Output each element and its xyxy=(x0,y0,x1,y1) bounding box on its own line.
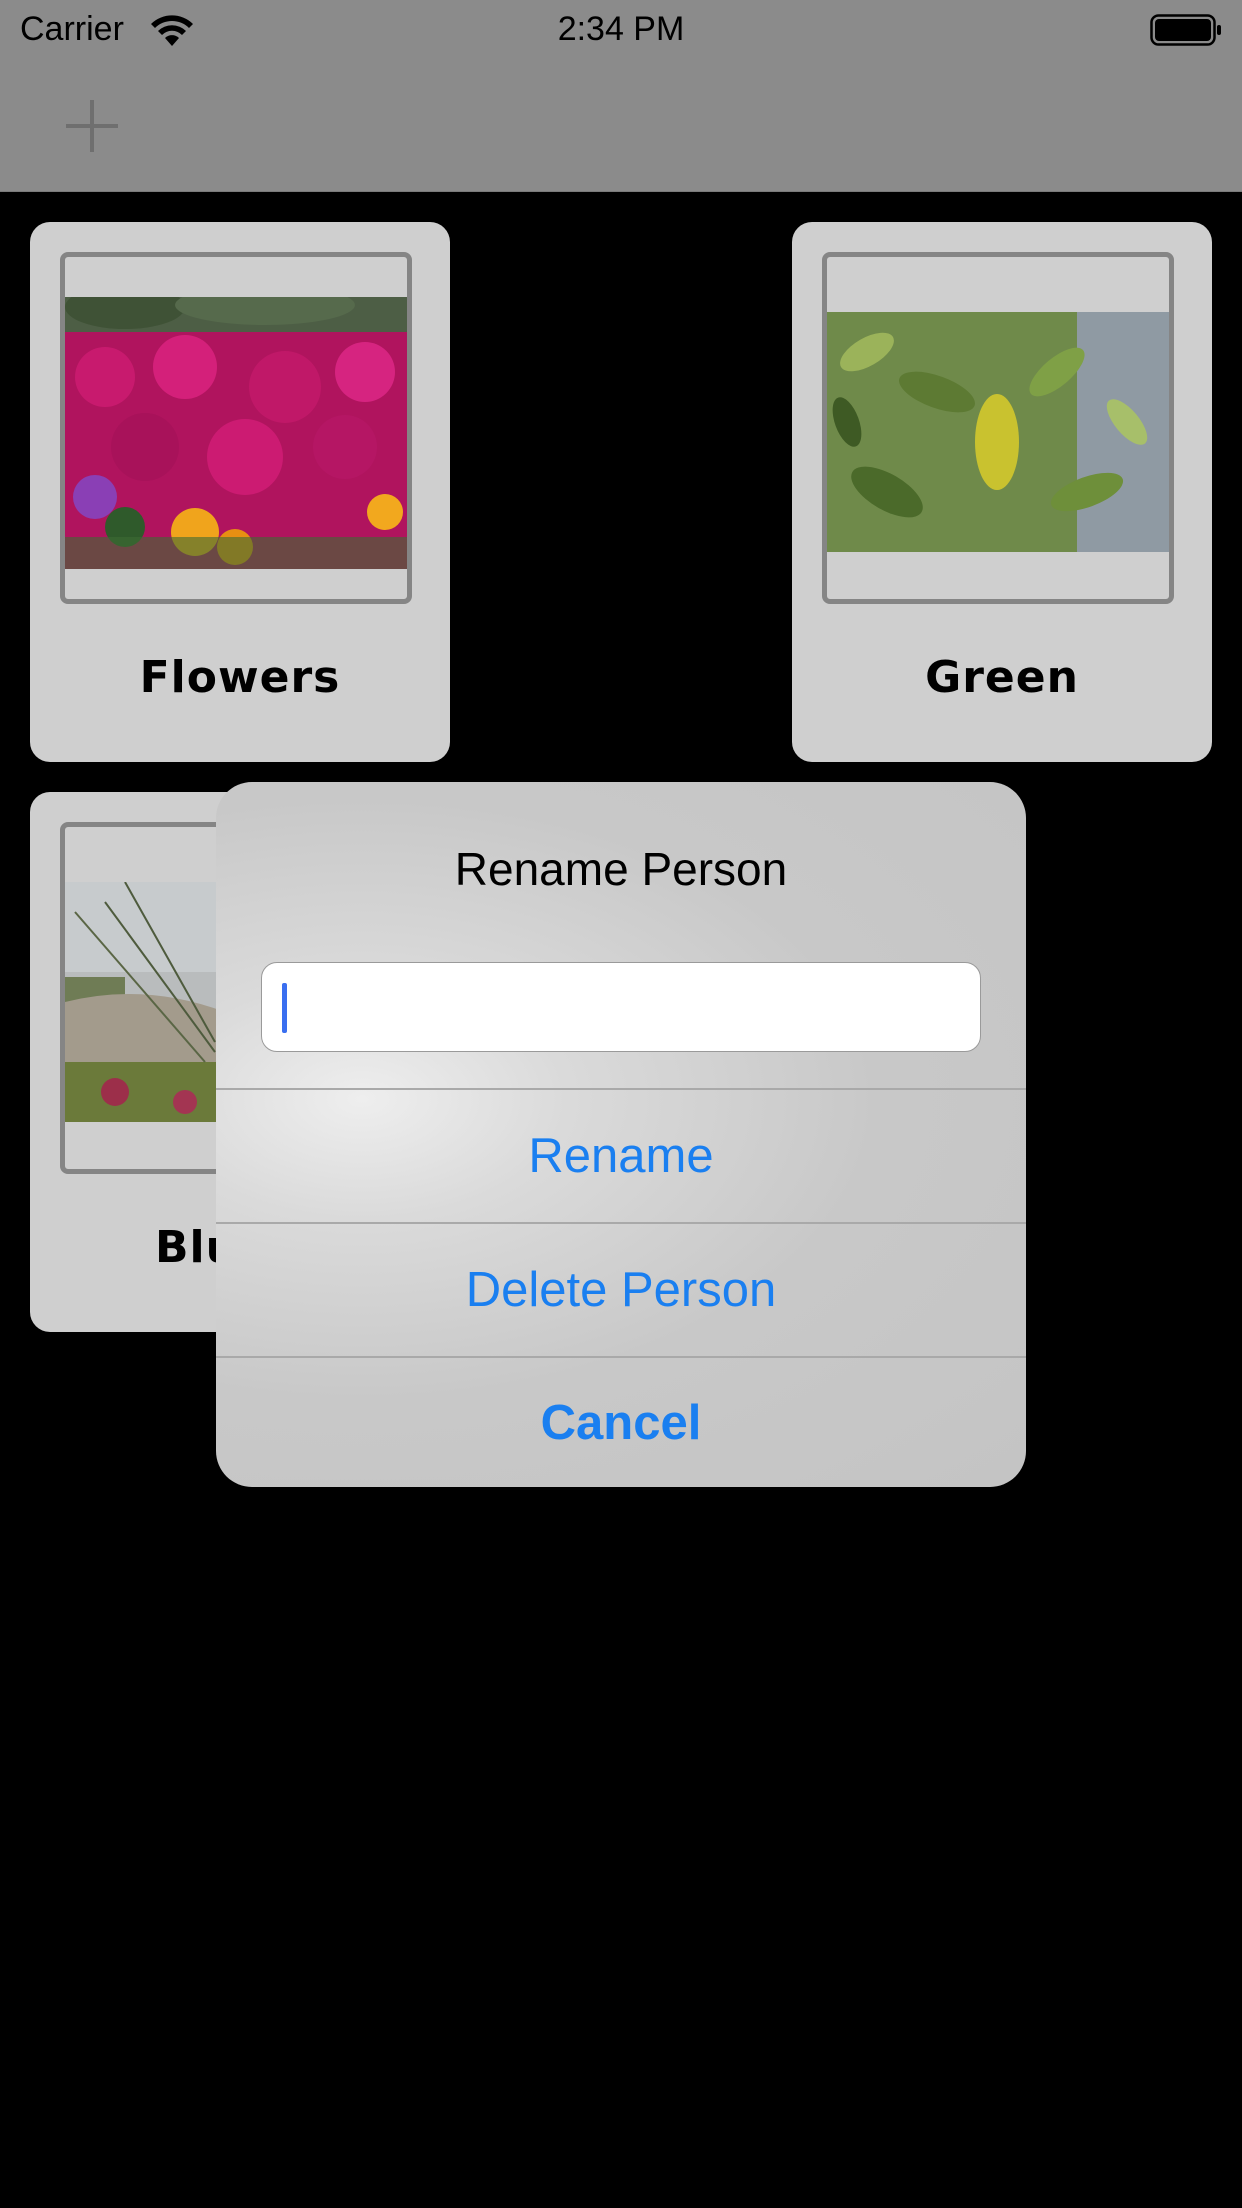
status-bar: Carrier 2:34 PM xyxy=(0,0,1242,64)
rename-button[interactable]: Rename xyxy=(216,1090,1026,1222)
cancel-button[interactable]: Cancel xyxy=(216,1358,1026,1487)
rename-person-alert: Rename Person Rename Delete Person Cance… xyxy=(216,782,1026,1487)
person-card-green[interactable]: Green xyxy=(792,222,1212,762)
person-name: Green xyxy=(925,652,1079,703)
person-name: Flowers xyxy=(139,652,341,703)
plus-icon[interactable] xyxy=(62,96,122,156)
battery-icon xyxy=(1150,14,1221,46)
text-cursor xyxy=(282,983,287,1033)
person-name-input[interactable] xyxy=(261,962,981,1052)
navigation-bar xyxy=(0,64,1242,192)
card-photo-frame xyxy=(60,252,412,604)
flowers-photo xyxy=(65,297,407,569)
delete-person-button[interactable]: Delete Person xyxy=(216,1224,1026,1356)
green-leaves-photo xyxy=(827,312,1169,552)
clock-time: 2:34 PM xyxy=(557,10,685,48)
card-photo-frame xyxy=(822,252,1174,604)
alert-title: Rename Person xyxy=(454,843,788,895)
person-card-flowers[interactable]: Flowers xyxy=(30,222,450,762)
